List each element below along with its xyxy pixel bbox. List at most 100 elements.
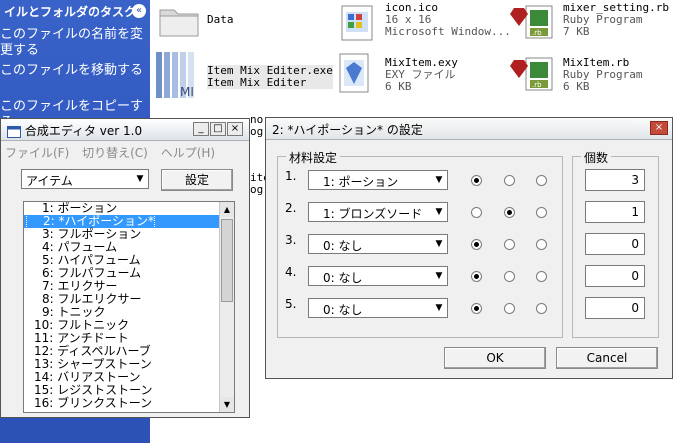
file-data-folder[interactable]: Data xyxy=(207,14,234,26)
material-radio[interactable] xyxy=(536,207,547,218)
task-rename-file[interactable]: このファイルの名前を変更する xyxy=(0,27,150,59)
list-scrollbar[interactable]: ▲ ▼ xyxy=(219,202,234,412)
list-item-label: 7: エリクサー xyxy=(42,279,118,293)
task-move-file[interactable]: このファイルを移動する xyxy=(0,63,150,79)
material-select-value: 0: なし xyxy=(323,239,363,253)
list-item-label: 15: レジストストーン xyxy=(34,383,153,397)
dialog-titlebar[interactable]: 2: *ハイポーション* の設定 × xyxy=(266,118,672,140)
count-input[interactable]: 0 xyxy=(585,265,645,287)
list-item-label: 12: ディスペルハーブ xyxy=(34,344,151,358)
ruby-file-icon[interactable]: .rb xyxy=(510,2,558,45)
material-select[interactable]: 0: なし ▼ xyxy=(308,298,448,318)
row-number: 3. xyxy=(285,233,297,247)
material-radio[interactable] xyxy=(471,207,482,218)
scroll-thumb[interactable] xyxy=(221,219,233,302)
material-radio[interactable] xyxy=(471,303,482,314)
file-mixer-setting[interactable]: mixer_setting.rb Ruby Program 7 KB xyxy=(563,2,669,38)
list-item-label: 6: フルパフューム xyxy=(42,266,142,280)
mix-editor-titlebar[interactable]: 合成エディタ ver 1.0 _ □ × xyxy=(1,119,249,141)
collapse-chevron-icon[interactable]: « xyxy=(132,4,146,18)
count-input[interactable]: 1 xyxy=(585,201,645,223)
window-icon xyxy=(7,125,21,138)
material-select[interactable]: 0: なし ▼ xyxy=(308,234,448,254)
chevron-down-icon[interactable]: ▼ xyxy=(133,171,147,187)
minimize-button[interactable]: _ xyxy=(193,122,209,136)
row-number: 5. xyxy=(285,297,297,311)
set-button[interactable]: 設定 xyxy=(161,169,233,191)
svg-text:MI: MI xyxy=(180,85,194,99)
dialog-close-button[interactable]: × xyxy=(650,121,668,135)
material-radio[interactable] xyxy=(504,303,515,314)
list-item-label: 13: シャープストーン xyxy=(34,357,152,371)
material-radio[interactable] xyxy=(536,271,547,282)
material-radio[interactable] xyxy=(471,271,482,282)
dialog-title: 2: *ハイポーション* の設定 xyxy=(272,123,423,137)
count-input[interactable]: 3 xyxy=(585,169,645,191)
row-number: 1. xyxy=(285,169,297,183)
close-button[interactable]: × xyxy=(227,122,243,136)
list-item-label: 8: フルエリクサー xyxy=(42,292,142,306)
mix-editor-title: 合成エディタ ver 1.0 xyxy=(24,124,143,138)
list-item-label: 14: バリアストーン xyxy=(34,370,141,384)
material-radio[interactable] xyxy=(536,175,547,186)
chevron-down-icon[interactable]: ▼ xyxy=(432,204,446,220)
material-radio[interactable] xyxy=(471,239,482,250)
file-mixitem-exy[interactable]: MixItem.exy EXY ファイル 6 KB xyxy=(385,57,458,93)
ok-button[interactable]: OK xyxy=(444,347,546,369)
material-select[interactable]: 1: ブロンズソード ▼ xyxy=(308,202,448,222)
material-select-value: 0: なし xyxy=(323,303,363,317)
list-item-label: 10: フルトニック xyxy=(34,318,130,332)
material-radio[interactable] xyxy=(536,303,547,314)
chevron-down-icon[interactable]: ▼ xyxy=(432,300,446,316)
menu-switch[interactable]: 切り替え(C) xyxy=(82,146,148,160)
material-select-value: 1: ポーション xyxy=(323,175,399,189)
row-number: 2. xyxy=(285,201,297,215)
count-input[interactable]: 0 xyxy=(585,297,645,319)
material-radio[interactable] xyxy=(504,207,515,218)
scroll-up-arrow-icon[interactable]: ▲ xyxy=(220,202,234,217)
material-select-value: 0: なし xyxy=(323,271,363,285)
maximize-button[interactable]: □ xyxy=(210,122,226,136)
category-select[interactable]: アイテム ▼ xyxy=(21,169,149,189)
file-mixitem-rb[interactable]: MixItem.rb Ruby Program 6 KB xyxy=(563,57,642,93)
material-radio[interactable] xyxy=(504,239,515,250)
svg-text:.rb: .rb xyxy=(532,81,542,89)
material-group-title: 材料設定 xyxy=(286,149,341,166)
svg-text:.rb: .rb xyxy=(532,29,542,37)
material-select[interactable]: 1: ポーション ▼ xyxy=(308,170,448,190)
ico-file-icon[interactable] xyxy=(338,4,378,45)
menu-file[interactable]: ファイル(F) xyxy=(5,146,69,160)
material-select-value: 1: ブロンズソード xyxy=(323,207,423,221)
material-select[interactable]: 0: なし ▼ xyxy=(308,266,448,286)
scroll-down-arrow-icon[interactable]: ▼ xyxy=(220,397,234,412)
menu-help[interactable]: ヘルプ(H) xyxy=(161,146,215,160)
material-radio[interactable] xyxy=(536,239,547,250)
file-icon-ico[interactable]: icon.ico 16 x 16 Microsoft Window... xyxy=(385,2,511,38)
material-radio[interactable] xyxy=(504,271,515,282)
list-item-label: 4: パフューム xyxy=(42,240,118,254)
count-input[interactable]: 0 xyxy=(585,233,645,255)
material-radio[interactable] xyxy=(471,175,482,186)
list-item-label: 3: フルポーション xyxy=(42,227,142,241)
task-pane-header: イルとフォルダのタスク xyxy=(4,5,137,19)
list-item[interactable]: 16: ブリンクストーン xyxy=(24,397,234,410)
setting-dialog: 2: *ハイポーション* の設定 × 材料設定 個数 1. 1: ポーション ▼ 3 2… xyxy=(265,117,673,379)
count-group-title: 個数 xyxy=(581,149,612,166)
list-item-label: 11: アンチドート xyxy=(34,331,129,345)
ruby-file-icon-2[interactable]: .rb xyxy=(510,54,558,97)
category-select-value: アイテム xyxy=(26,174,73,188)
chevron-down-icon[interactable]: ▼ xyxy=(432,268,446,284)
chevron-down-icon[interactable]: ▼ xyxy=(432,172,446,188)
chevron-down-icon[interactable]: ▼ xyxy=(432,236,446,252)
row-number: 4. xyxy=(285,265,297,279)
list-item-label: 9: トニック xyxy=(42,305,106,319)
list-item-label: 16: ブリンクストーン xyxy=(34,396,153,410)
item-list[interactable]: 1: ポーション 2: *ハイポーション* 3: フルポーション 4: パフューム 5:… xyxy=(23,201,235,413)
list-item-label: 5: ハイパフューム xyxy=(42,253,141,267)
material-radio[interactable] xyxy=(504,175,515,186)
generic-file-icon[interactable] xyxy=(334,52,374,99)
file-item-mix-editer-exe[interactable]: Item Mix Editer.exe Item Mix Editer xyxy=(207,65,333,89)
mi-app-icon[interactable]: MI xyxy=(154,50,204,103)
folder-icon[interactable] xyxy=(158,2,200,41)
cancel-button[interactable]: Cancel xyxy=(556,347,658,369)
